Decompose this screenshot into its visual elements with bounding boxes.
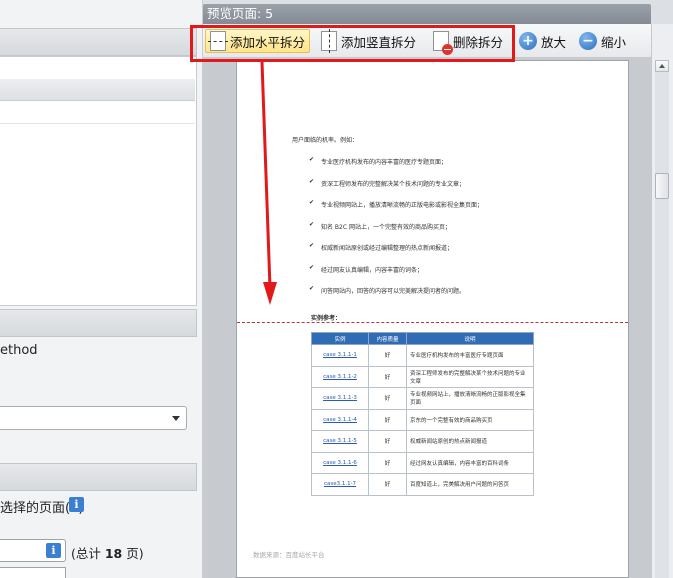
table-cell: 好	[368, 344, 407, 367]
scrollbar-thumb[interactable]	[655, 173, 669, 199]
table-cell: 好	[368, 365, 407, 388]
case-link[interactable]: case3.1.1-7	[311, 473, 369, 496]
table-header-row: 实例 内容质量 说明	[311, 332, 534, 345]
scroll-up-arrow-icon[interactable]	[655, 60, 669, 72]
table-row: case 3.1.1-2 好资深工程师发布的完整解决某个技术问题的专业文章	[311, 365, 534, 388]
method-select[interactable]	[0, 406, 187, 430]
add-horizontal-split-button[interactable]: 添加水平拆分	[205, 29, 311, 53]
table-row: case 3.1.1-6 好经过网友认真编辑，内容丰富的百科词条	[311, 451, 534, 474]
list-item: 经过网友认真编辑，内容丰富的词条；	[309, 264, 483, 287]
info-icon[interactable]: i	[69, 497, 84, 512]
add-horizontal-split-label: 添加水平拆分	[230, 34, 306, 50]
delete-split-button[interactable]: 删除拆分	[429, 29, 507, 55]
table-header-cell: 说明	[406, 332, 534, 345]
table-row: case 3.1.1-3 好专业视频网站上，播放清晰流畅的正版影视全集页面	[311, 387, 534, 410]
list-column-header	[0, 79, 195, 101]
horizontal-split-icon	[208, 31, 228, 51]
list-item: 权威新闻站原创或经过编辑整理的热点新闻报道；	[309, 242, 483, 265]
table-row: case3.1.1-7 好百度知道上，完美解决用户问题的问答页	[311, 473, 534, 496]
section-header-method[interactable]	[0, 309, 197, 337]
page-intro-text: 用户面临的机率。例如：	[292, 137, 359, 144]
table-cell: 好	[368, 430, 407, 453]
table-cell: 经过网友认真编辑，内容丰富的百科词条	[406, 451, 534, 474]
list-row-divider	[0, 123, 195, 124]
case-table: 实例 内容质量 说明 case 3.1.1-1 好专业医疗机构发布的丰富医疗专题页…	[311, 332, 534, 496]
split-toolbar: 添加水平拆分 添加竖直拆分 删除拆分 + 放大 − 缩小	[203, 24, 651, 58]
list-item: 问答网站内，回答的内容可以完美解决提问者的问题。	[309, 285, 483, 308]
page-range-input[interactable]: i	[0, 539, 66, 562]
zoom-out-button[interactable]: − 缩小	[575, 29, 630, 53]
table-cell: 资深工程师发布的完整解决某个技术问题的专业文章	[406, 365, 534, 388]
minus-circle-icon: −	[579, 32, 597, 50]
table-header-cell: 内容质量	[368, 332, 407, 345]
case-link[interactable]: case 3.1.1-6	[311, 451, 369, 474]
case-reference-title: 实例参考：	[311, 315, 342, 322]
delete-split-label: 删除拆分	[453, 34, 504, 50]
section-header-top[interactable]	[0, 28, 197, 56]
table-header-cell: 实例	[311, 332, 369, 345]
table-row: case 3.1.1-5 好权威新闻站原创的热点新闻报道	[311, 430, 534, 453]
left-panel: ethod 选择的页面(S) i i (总计 18 页)	[0, 0, 203, 578]
horizontal-split-line[interactable]	[237, 322, 628, 323]
section-header-pages[interactable]	[0, 463, 197, 491]
page-preview[interactable]: 用户面临的机率。例如： 专业医疗机构发布的内容丰富的医疗专题页面； 资深工程师发…	[236, 60, 629, 578]
plus-circle-icon: +	[519, 32, 537, 50]
table-row: case 3.1.1-1 好专业医疗机构发布的丰富医疗专题页面	[311, 344, 534, 367]
add-vertical-split-label: 添加竖直拆分	[341, 34, 417, 50]
page-bullet-list: 专业医疗机构发布的内容丰富的医疗专题页面； 资深工程师发布的完整解决某个技术问题…	[309, 156, 483, 308]
list-item: 专业医疗机构发布的内容丰富的医疗专题页面；	[309, 156, 483, 179]
table-row: case 3.1.1-4 好京东的一个完整有效的商品购买页	[311, 408, 534, 431]
total-pages-count: 18	[104, 546, 123, 561]
delete-split-icon	[433, 31, 453, 55]
chevron-down-icon	[172, 416, 180, 421]
preview-page-title: 预览页面: 5	[203, 4, 651, 24]
page-source-text: 数据来源：百度站长平台	[253, 551, 325, 559]
table-cell: 百度知道上，完美解决用户问题的问答页	[406, 473, 534, 496]
scrollbar-track[interactable]	[655, 60, 669, 578]
table-cell: 好	[368, 451, 407, 474]
case-link[interactable]: case 3.1.1-5	[311, 430, 369, 453]
case-link[interactable]: case 3.1.1-2	[311, 365, 369, 388]
case-link[interactable]: case 3.1.1-1	[311, 344, 369, 367]
vertical-scrollbar[interactable]	[651, 24, 673, 578]
method-label: ethod	[0, 343, 38, 358]
total-pages-text: (总计 18 页)	[71, 546, 144, 561]
vertical-split-icon	[321, 29, 337, 53]
table-cell: 好	[368, 387, 407, 410]
preview-panel: 预览页面: 5 添加水平拆分 添加竖直拆分 删除拆分 + 放大 − 缩小 用户面…	[203, 0, 673, 578]
table-cell: 好	[368, 473, 407, 496]
table-cell: 专业视频网站上，播放清晰流畅的正版影视全集页面	[406, 387, 534, 410]
bottom-select[interactable]	[0, 567, 66, 578]
add-vertical-split-button[interactable]: 添加竖直拆分	[317, 29, 420, 53]
list-item: 知名 B2C 网站上，一个完整有效的商品购买页；	[309, 221, 483, 244]
table-cell: 权威新闻站原创的热点新闻报道	[406, 430, 534, 453]
case-link[interactable]: case 3.1.1-3	[311, 387, 369, 410]
table-cell: 京东的一个完整有效的商品购买页	[406, 408, 534, 431]
page-viewer[interactable]: 用户面临的机率。例如： 专业医疗机构发布的内容丰富的医疗专题页面； 资深工程师发…	[203, 58, 651, 578]
case-link[interactable]: case 3.1.1-4	[311, 408, 369, 431]
input-info-icon[interactable]: i	[46, 543, 61, 558]
table-cell: 好	[368, 408, 407, 431]
zoom-out-label: 缩小	[601, 34, 627, 50]
zoom-in-label: 放大	[541, 34, 567, 50]
zoom-in-button[interactable]: + 放大	[515, 29, 570, 53]
list-item: 专业视频网站上，播放清晰流畅的正版电影或影视全集页面；	[309, 199, 483, 222]
table-cell: 专业医疗机构发布的丰富医疗专题页面	[406, 344, 534, 367]
list-item: 资深工程师发布的完整解决某个技术问题的专业文章；	[309, 178, 483, 201]
